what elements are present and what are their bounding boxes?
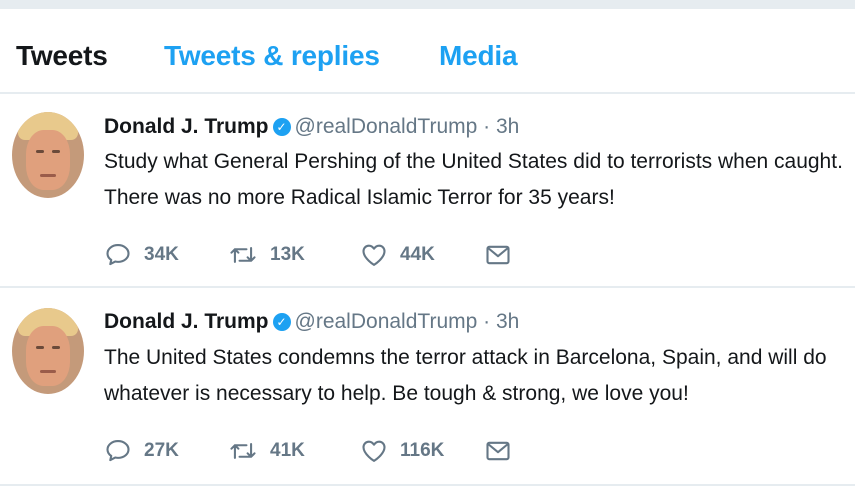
like-count: 44K — [400, 244, 435, 265]
direct-message-button[interactable] — [484, 437, 512, 465]
envelope-icon — [484, 437, 512, 465]
reply-count: 27K — [144, 440, 179, 461]
author-handle[interactable]: @realDonaldTrump — [295, 310, 478, 333]
tab-media[interactable]: Media — [439, 40, 518, 72]
like-button[interactable]: 116K — [360, 437, 444, 465]
verified-badge-icon: ✓ — [272, 118, 291, 136]
separator: · — [483, 310, 491, 333]
separator: · — [483, 115, 491, 138]
reply-icon — [104, 437, 132, 465]
author-name[interactable]: Donald J. Trump — [104, 115, 269, 138]
profile-tabs: Tweets Tweets & replies Media — [0, 10, 855, 94]
verified-badge-icon: ✓ — [272, 313, 291, 331]
retweet-count: 13K — [270, 244, 305, 265]
retweet-count: 41K — [270, 440, 305, 461]
tab-tweets[interactable]: Tweets — [16, 40, 108, 72]
tweet-text: Study what General Pershing of the Unite… — [104, 150, 843, 209]
reply-button[interactable]: 27K — [104, 437, 179, 465]
retweet-button[interactable]: 41K — [228, 437, 305, 465]
tweet-header: Donald J. Trump ✓ @realDonaldTrump · 3h — [104, 115, 519, 139]
tweet[interactable]: Donald J. Trump ✓ @realDonaldTrump · 3h Th… — [0, 288, 855, 480]
retweet-icon — [228, 241, 258, 269]
tweet-header: Donald J. Trump ✓ @realDonaldTrump · 3h — [104, 310, 519, 334]
reply-count: 34K — [144, 244, 179, 265]
author-handle[interactable]: @realDonaldTrump — [295, 115, 478, 138]
tweet-timestamp[interactable]: 3h — [496, 310, 519, 333]
direct-message-button[interactable] — [484, 241, 512, 269]
divider — [0, 484, 855, 486]
envelope-icon — [484, 241, 512, 269]
heart-icon — [360, 241, 388, 269]
reply-icon — [104, 241, 132, 269]
tweet-timestamp[interactable]: 3h — [496, 115, 519, 138]
like-count: 116K — [400, 440, 445, 461]
tweet-text: The United States condemns the terror at… — [104, 346, 827, 405]
retweet-icon — [228, 437, 258, 465]
reply-button[interactable]: 34K — [104, 241, 179, 269]
author-name[interactable]: Donald J. Trump — [104, 310, 269, 333]
top-bar — [0, 0, 855, 9]
avatar[interactable] — [12, 112, 84, 198]
avatar[interactable] — [12, 308, 84, 394]
retweet-button[interactable]: 13K — [228, 241, 305, 269]
tab-tweets-replies[interactable]: Tweets & replies — [164, 40, 380, 72]
tweet[interactable]: Donald J. Trump ✓ @realDonaldTrump · 3h St… — [0, 94, 855, 286]
like-button[interactable]: 44K — [360, 241, 435, 269]
heart-icon — [360, 437, 388, 465]
